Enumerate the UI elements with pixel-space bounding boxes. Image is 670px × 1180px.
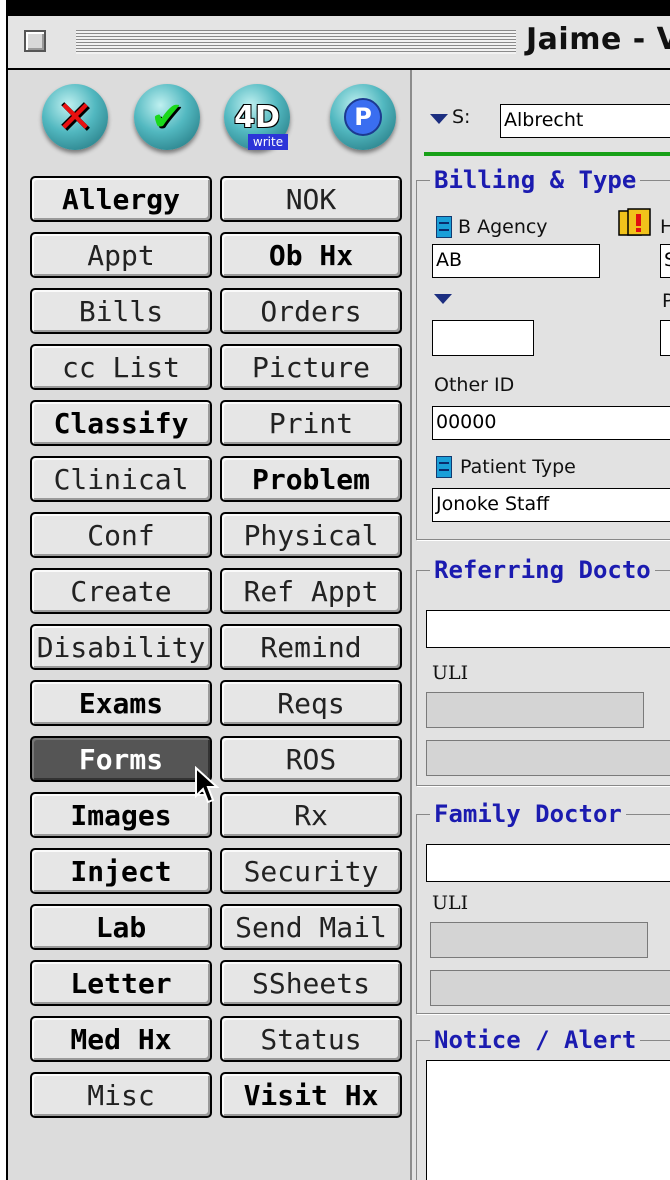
picture-button[interactable]: Picture <box>220 344 402 390</box>
clinical-button[interactable]: Clinical <box>30 456 212 502</box>
h-field[interactable]: S <box>660 244 670 278</box>
referring-uli-field[interactable] <box>426 692 644 728</box>
send-mail-button[interactable]: Send Mail <box>220 904 402 950</box>
green-check-icon: ✔ <box>150 94 184 140</box>
secondary-field[interactable] <box>432 320 534 356</box>
remind-button[interactable]: Remind <box>220 624 402 670</box>
triangle-down-icon <box>434 294 452 304</box>
patient-type-label: Patient Type <box>460 456 576 478</box>
patient-form: S: Albrecht Billing & Type B Agency H AB… <box>412 70 670 1180</box>
button-panel: ✕ ✔ 4D write P Allergy Appt Bills cc List Cl… <box>8 70 412 1180</box>
conf-button[interactable]: Conf <box>30 512 212 558</box>
allergy-button[interactable]: Allergy <box>30 176 212 222</box>
surname-field[interactable]: Albrecht <box>500 104 670 138</box>
other-id-field[interactable]: 00000 <box>432 406 670 440</box>
screen-top-edge <box>0 0 670 14</box>
physical-button[interactable]: Physical <box>220 512 402 558</box>
list-icon <box>436 216 452 238</box>
other-id-label: Other ID <box>434 374 515 396</box>
lab-button[interactable]: Lab <box>30 904 212 950</box>
write-badge: write <box>248 134 288 150</box>
p-button-circle: P <box>330 84 396 150</box>
cancel-button[interactable]: ✕ <box>36 80 116 152</box>
problem-button[interactable]: Problem <box>220 456 402 502</box>
referring-doctor-field[interactable] <box>426 610 670 648</box>
secondary-dropdown[interactable] <box>432 292 454 306</box>
confirm-button-circle: ✔ <box>134 84 200 150</box>
nok-button[interactable]: NOK <box>220 176 402 222</box>
h-label: H <box>660 216 670 238</box>
cc-list-button[interactable]: cc List <box>30 344 212 390</box>
family-doctor-title: Family Doctor <box>430 800 626 828</box>
triangle-down-icon <box>430 114 448 124</box>
appt-button[interactable]: Appt <box>30 232 212 278</box>
4d-icon: 4D <box>234 99 280 135</box>
billing-type-title: Billing & Type <box>430 166 641 194</box>
disability-button[interactable]: Disability <box>30 624 212 670</box>
ref-appt-button[interactable]: Ref Appt <box>220 568 402 614</box>
confirm-button[interactable]: ✔ <box>128 80 208 152</box>
print-button[interactable]: Print <box>220 400 402 446</box>
green-divider <box>424 152 670 156</box>
inject-button[interactable]: Inject <box>30 848 212 894</box>
notice-alert-textarea[interactable] <box>426 1060 670 1180</box>
surname-dropdown[interactable] <box>428 112 450 126</box>
red-x-icon: ✕ <box>56 91 94 143</box>
family-doctor-field[interactable] <box>426 844 670 882</box>
referring-uli-label: ULI <box>432 662 469 684</box>
list-icon <box>436 456 452 478</box>
cancel-button-circle: ✕ <box>42 84 108 150</box>
ssheets-button[interactable]: SSheets <box>220 960 402 1006</box>
4d-write-button[interactable]: 4D write <box>218 80 298 152</box>
security-button[interactable]: Security <box>220 848 402 894</box>
p-label: P <box>662 290 670 312</box>
rx-button[interactable]: Rx <box>220 792 402 838</box>
title-bar[interactable]: Jaime - V <box>8 16 670 70</box>
letter-button[interactable]: Letter <box>30 960 212 1006</box>
b-agency-label: B Agency <box>458 216 548 238</box>
referring-doctor-title: Referring Docto <box>430 556 655 584</box>
notice-alert-title: Notice / Alert <box>430 1026 641 1054</box>
visit-hx-button[interactable]: Visit Hx <box>220 1072 402 1118</box>
referring-extra-field[interactable] <box>426 740 670 776</box>
p-field[interactable] <box>660 320 670 356</box>
reqs-button[interactable]: Reqs <box>220 680 402 726</box>
mouse-pointer-icon <box>195 766 220 804</box>
family-uli-field[interactable] <box>430 922 648 958</box>
p-button[interactable]: P <box>324 80 404 152</box>
window-title: Jaime - V <box>526 22 670 57</box>
ob-hx-button[interactable]: Ob Hx <box>220 232 402 278</box>
forms-button[interactable]: Forms <box>30 736 212 782</box>
create-button[interactable]: Create <box>30 568 212 614</box>
b-agency-field[interactable]: AB <box>432 244 600 278</box>
orders-button[interactable]: Orders <box>220 288 402 334</box>
med-hx-button[interactable]: Med Hx <box>30 1016 212 1062</box>
alert-icon[interactable] <box>618 208 652 238</box>
title-bar-stripes[interactable] <box>76 30 516 54</box>
ros-button[interactable]: ROS <box>220 736 402 782</box>
exams-button[interactable]: Exams <box>30 680 212 726</box>
surname-label: S: <box>452 106 471 128</box>
classify-button[interactable]: Classify <box>30 400 212 446</box>
images-button[interactable]: Images <box>30 792 212 838</box>
p-icon: P <box>344 98 382 136</box>
misc-button[interactable]: Misc <box>30 1072 212 1118</box>
patient-window: Jaime - V ✕ ✔ 4D write P Allergy Appt Bill… <box>6 14 670 1180</box>
patient-type-field[interactable]: Jonoke Staff <box>432 488 670 522</box>
family-uli-label: ULI <box>432 892 469 914</box>
bills-button[interactable]: Bills <box>30 288 212 334</box>
close-box[interactable] <box>24 30 46 52</box>
family-extra-field[interactable] <box>430 970 670 1006</box>
status-button[interactable]: Status <box>220 1016 402 1062</box>
